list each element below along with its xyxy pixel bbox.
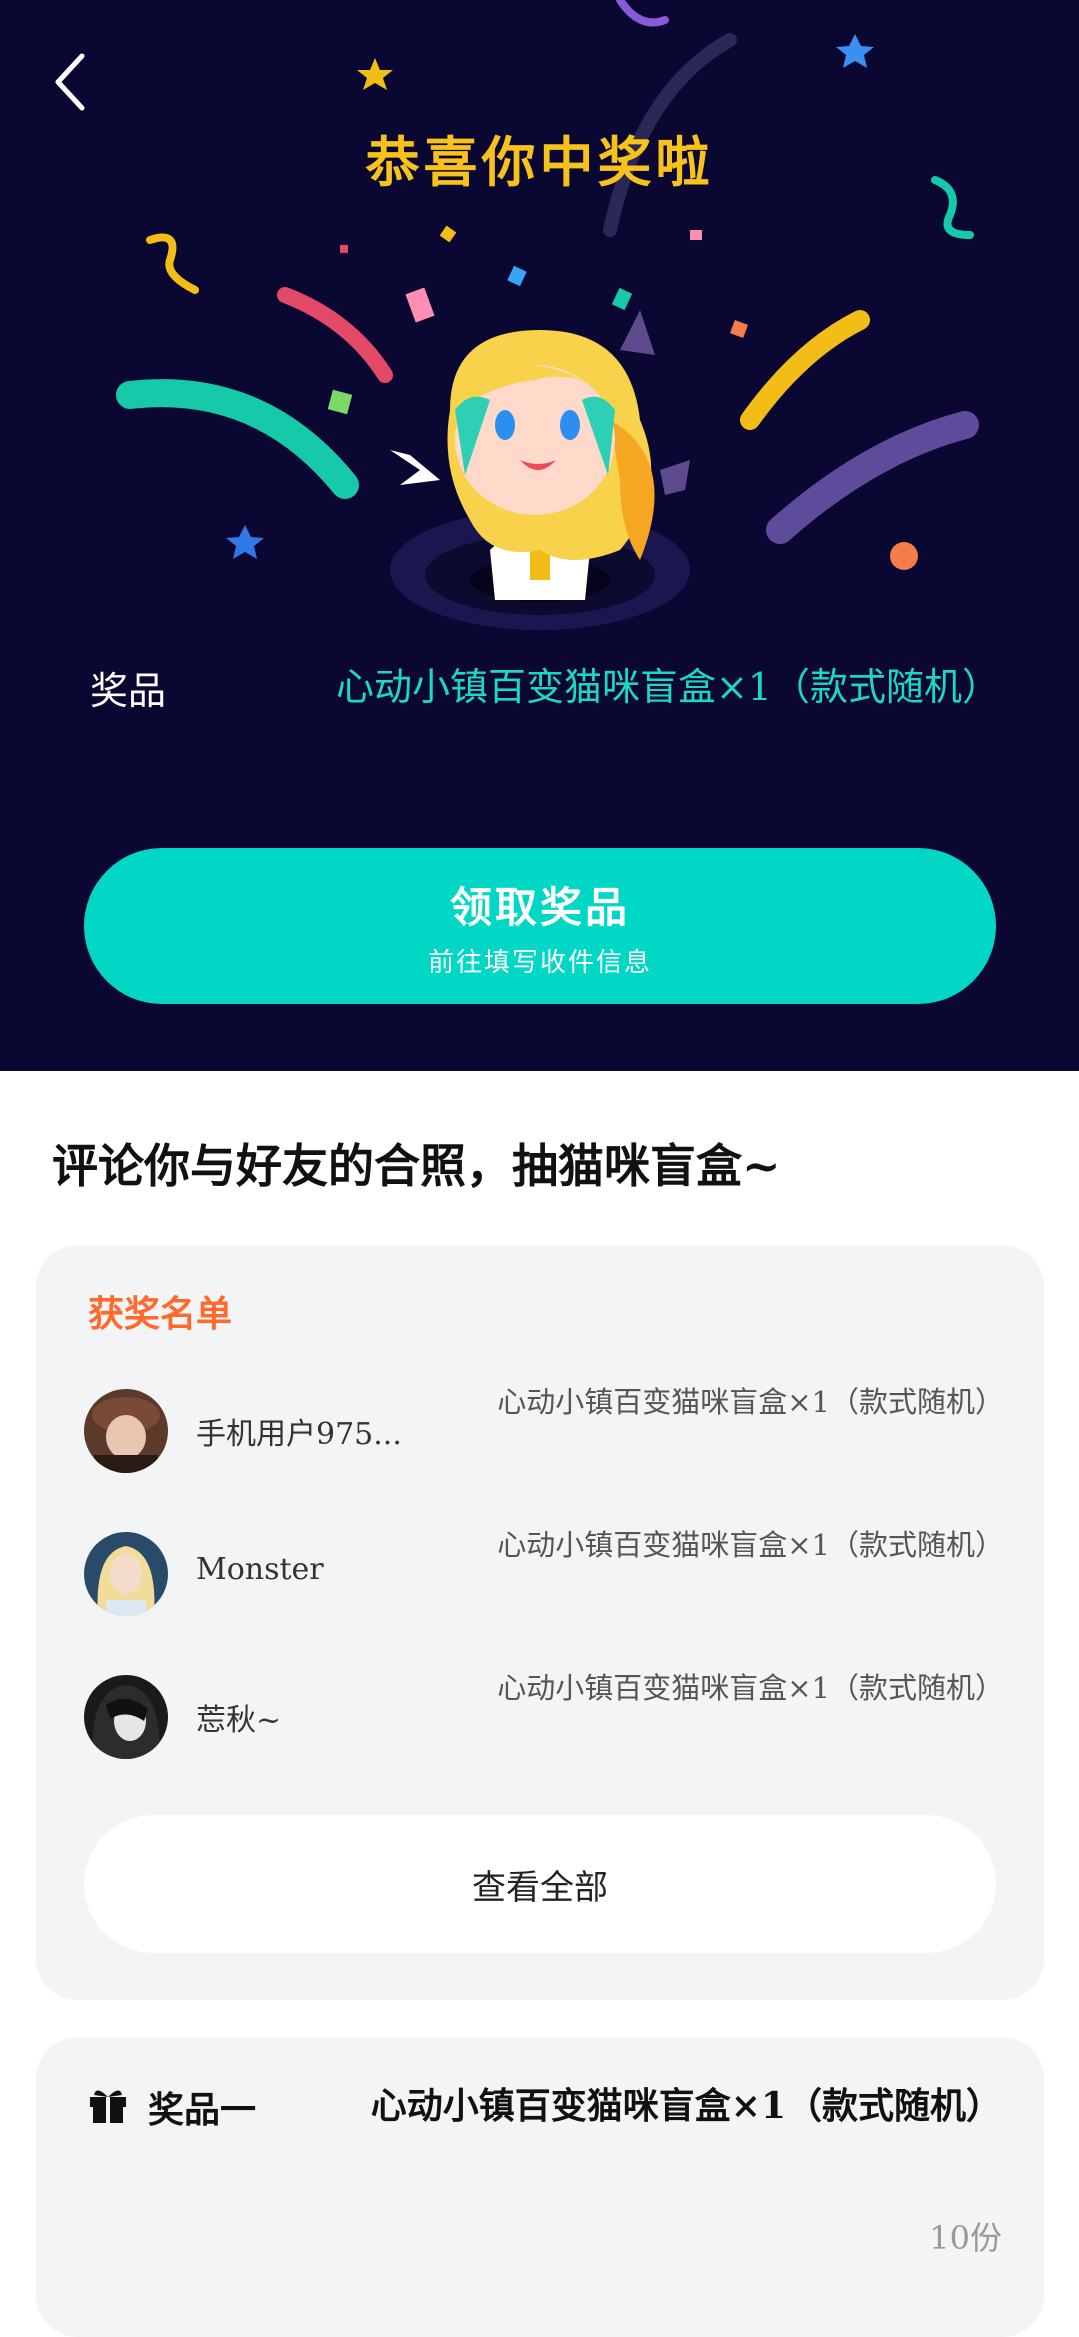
winners-list-card: 获奖名单 手机用户975... 心动小镇百变猫咪盲盒×1（款式随机） Monst… — [36, 1245, 1044, 2000]
gift-icon — [90, 2090, 126, 2123]
avatar[interactable] — [84, 1532, 168, 1616]
congrats-title: 恭喜你中奖啦 — [365, 130, 714, 194]
prize-card-value: 心动小镇百变猫咪盲盒×1（款式随机） — [370, 2085, 1002, 2127]
winner-row: 手机用户975... 心动小镇百变猫咪盲盒×1（款式随机） — [84, 1375, 1004, 1485]
view-all-button[interactable]: 查看全部 — [84, 1815, 996, 1953]
prize-quantity: 10份 — [929, 2219, 1002, 2257]
winner-row: Monster 心动小镇百变猫咪盲盒×1（款式随机） — [84, 1518, 1004, 1628]
winner-prize: 心动小镇百变猫咪盲盒×1（款式随机） — [497, 1528, 1004, 1562]
prize-info-row: 奖品 心动小镇百变猫咪盲盒×1（款式随机） — [90, 660, 1000, 770]
mascot-illustration — [390, 310, 690, 630]
prize-value: 心动小镇百变猫咪盲盒×1（款式随机） — [335, 665, 1000, 709]
claim-prize-button[interactable]: 领取奖品 前往填写收件信息 — [84, 848, 996, 1004]
claim-button-subtitle: 前往填写收件信息 — [427, 948, 652, 978]
winner-name: 莣秋~ — [196, 1703, 282, 1738]
winner-prize: 心动小镇百变猫咪盲盒×1（款式随机） — [497, 1385, 1004, 1419]
back-button[interactable] — [40, 52, 100, 112]
prize-label: 奖品 — [90, 669, 167, 713]
winner-name: Monster — [196, 1552, 324, 1587]
prize-detail-card: 奖品一 心动小镇百变猫咪盲盒×1（款式随机） 10份 — [36, 2037, 1044, 2337]
winner-row: 莣秋~ 心动小镇百变猫咪盲盒×1（款式随机） — [84, 1661, 1004, 1771]
prize-card-label: 奖品一 — [148, 2089, 257, 2131]
chevron-left-icon — [55, 53, 85, 111]
winner-prize: 心动小镇百变猫咪盲盒×1（款式随机） — [497, 1671, 1004, 1705]
claim-button-title: 领取奖品 — [449, 883, 630, 932]
avatar[interactable] — [84, 1675, 168, 1759]
hero-banner: 恭喜你中奖啦 奖品 心动小镇百变猫咪盲盒×1（款式随机） 领取奖品 前往填写收件… — [0, 0, 1079, 1071]
avatar[interactable] — [84, 1389, 168, 1473]
winner-name: 手机用户975... — [196, 1417, 402, 1452]
winners-title: 获奖名单 — [88, 1293, 233, 1335]
promo-text: 评论你与好友的合照，抽猫咪盲盒~ — [52, 1139, 781, 1193]
